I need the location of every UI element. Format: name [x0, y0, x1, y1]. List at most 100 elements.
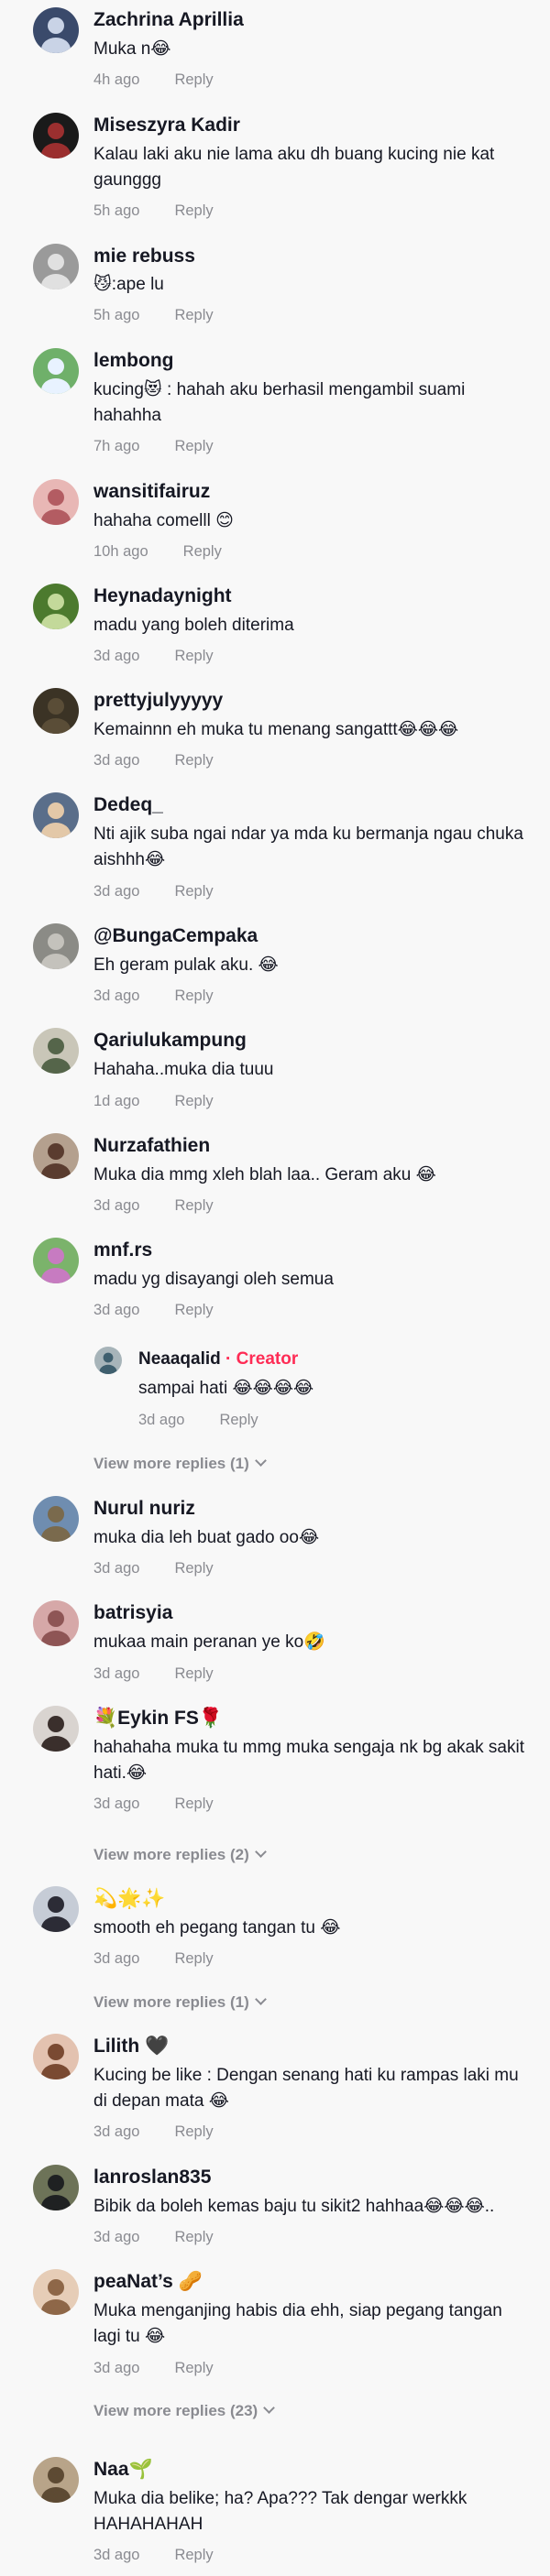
comment-meta: 3d ago Reply	[94, 2360, 214, 2377]
reply-button[interactable]: Reply	[174, 1197, 213, 1214]
comment-username[interactable]: wansitifairuz	[94, 481, 210, 503]
avatar[interactable]	[33, 2034, 79, 2079]
comment-meta: 3d ago Reply	[94, 1302, 214, 1319]
reply-button[interactable]: Reply	[174, 2229, 213, 2245]
reply-button[interactable]: Reply	[174, 1796, 213, 1812]
avatar[interactable]	[33, 1238, 79, 1283]
reply-button[interactable]: Reply	[174, 988, 213, 1004]
comment-username[interactable]: @BungaCempaka	[94, 925, 258, 947]
avatar[interactable]	[33, 1886, 79, 1932]
comment-username[interactable]: Dedeq_	[94, 794, 163, 816]
comment-meta: 3d ago Reply	[94, 1950, 214, 1968]
avatar[interactable]	[33, 2269, 79, 2315]
chevron-down-icon	[254, 1455, 267, 1467]
comment-time: 10h ago	[94, 543, 148, 560]
avatar[interactable]	[33, 7, 79, 53]
avatar[interactable]	[33, 1028, 79, 1074]
comment-username[interactable]: batrisyia	[94, 1602, 172, 1624]
reply-button[interactable]: Reply	[174, 438, 213, 454]
reply-button[interactable]: Reply	[219, 1412, 258, 1428]
avatar[interactable]	[33, 1496, 79, 1542]
reply-button[interactable]: Reply	[183, 543, 222, 560]
comment-meta: 3d ago Reply	[94, 1796, 214, 1813]
reply-button[interactable]: Reply	[174, 648, 213, 664]
comment-username[interactable]: peaNat’s 🥜	[94, 2271, 203, 2293]
comment-username[interactable]: mie rebuss	[94, 246, 195, 267]
reply-button[interactable]: Reply	[174, 307, 213, 323]
comment-username[interactable]: Heynadaynight	[94, 585, 232, 607]
comment-meta: 10h ago Reply	[94, 543, 222, 561]
reply-button[interactable]: Reply	[174, 1950, 213, 1967]
comment-time: 3d ago	[94, 2123, 140, 2140]
comment-text: Kalau laki aku nie lama aku dh buang kuc…	[94, 145, 495, 190]
comment-text: madu yg disayangi oleh semua	[94, 1270, 334, 1289]
comment-text: Kucing be like : Dengan senang hati ku r…	[94, 2066, 519, 2111]
comment-username[interactable]: Naa🌱	[94, 2459, 153, 2481]
comment-username[interactable]: lanroslan835	[94, 2167, 211, 2189]
reply-meta: 3d ago Reply	[138, 1412, 258, 1429]
comment-meta: 3d ago Reply	[94, 2547, 214, 2564]
comment-text: Hahaha..muka dia tuuu	[94, 1060, 274, 1079]
reply-button[interactable]: Reply	[174, 1560, 213, 1577]
reply-time: 3d ago	[138, 1412, 185, 1428]
avatar[interactable]	[33, 1133, 79, 1179]
view-more-replies-button[interactable]: View more replies (1)	[94, 1993, 267, 2012]
reply-button[interactable]: Reply	[174, 2360, 213, 2376]
reply-button[interactable]: Reply	[174, 202, 213, 219]
comment-time: 3d ago	[94, 2229, 140, 2245]
avatar[interactable]	[33, 688, 79, 734]
comment-text: hahahaha muka tu mmg muka sengaja nk bg …	[94, 1738, 524, 1783]
comment-username[interactable]: Qariulukampung	[94, 1030, 247, 1052]
view-more-label: View more replies (2)	[94, 1846, 249, 1863]
view-more-label: View more replies (1)	[94, 1993, 249, 2011]
comment-time: 3d ago	[94, 1665, 140, 1682]
comment-text: hahaha comelll 😊	[94, 511, 234, 530]
avatar[interactable]	[33, 1600, 79, 1646]
comment-username[interactable]: Zachrina Aprillia	[94, 9, 244, 31]
comment-time: 3d ago	[94, 752, 140, 769]
reply-button[interactable]: Reply	[174, 1302, 213, 1318]
reply-button[interactable]: Reply	[174, 2547, 213, 2563]
comment-text: mukaa main peranan ye ko🤣	[94, 1632, 325, 1652]
comment-username[interactable]: prettyjulyyyyy	[94, 690, 223, 712]
comment-username[interactable]: Nurul nuriz	[94, 1498, 195, 1520]
comment-username[interactable]: Lilith 🖤	[94, 2036, 169, 2058]
avatar[interactable]	[33, 479, 79, 525]
comment-username[interactable]: lembong	[94, 350, 174, 372]
comment-text: 😼:ape lu	[94, 275, 164, 294]
avatar[interactable]	[94, 1347, 122, 1374]
comment-username[interactable]: Nurzafathien	[94, 1135, 210, 1157]
comment-time: 3d ago	[94, 1950, 140, 1967]
reply-button[interactable]: Reply	[174, 752, 213, 769]
view-more-replies-button[interactable]: View more replies (23)	[94, 2402, 276, 2420]
comment-meta: 3d ago Reply	[94, 1665, 214, 1683]
reply-button[interactable]: Reply	[174, 2123, 213, 2140]
avatar[interactable]	[33, 584, 79, 629]
view-more-replies-button[interactable]: View more replies (1)	[94, 1455, 267, 1473]
comment-username[interactable]: Miseszyra Kadir	[94, 115, 240, 136]
reply-button[interactable]: Reply	[174, 71, 213, 88]
avatar[interactable]	[33, 113, 79, 158]
chevron-down-icon	[254, 1846, 267, 1858]
avatar[interactable]	[33, 1706, 79, 1752]
comment-meta: 3d ago Reply	[94, 1197, 214, 1215]
comment-username[interactable]: 💫🌟✨	[94, 1888, 165, 1910]
avatar[interactable]	[33, 923, 79, 969]
avatar[interactable]	[33, 348, 79, 394]
reply-button[interactable]: Reply	[174, 1665, 213, 1682]
avatar[interactable]	[33, 2165, 79, 2210]
comment-time: 3d ago	[94, 2547, 140, 2563]
comment-text: kucing😻 : hahah aku berhasil mengambil s…	[94, 380, 466, 425]
reply-button[interactable]: Reply	[174, 883, 213, 900]
view-more-replies-button[interactable]: View more replies (2)	[94, 1846, 267, 1864]
avatar[interactable]	[33, 244, 79, 289]
comment-time: 3d ago	[94, 2360, 140, 2376]
creator-separator: ·	[226, 1349, 232, 1369]
comment-username[interactable]: mnf.rs	[94, 1239, 152, 1261]
comment-username[interactable]: 💐Eykin FS🌹	[94, 1708, 223, 1730]
avatar[interactable]	[33, 792, 79, 838]
reply-button[interactable]: Reply	[174, 1093, 213, 1109]
comment-text: muka dia leh buat gado oo😂	[94, 1528, 320, 1547]
reply-username[interactable]: Neaaqalid · Creator	[138, 1349, 298, 1370]
avatar[interactable]	[33, 2457, 79, 2503]
